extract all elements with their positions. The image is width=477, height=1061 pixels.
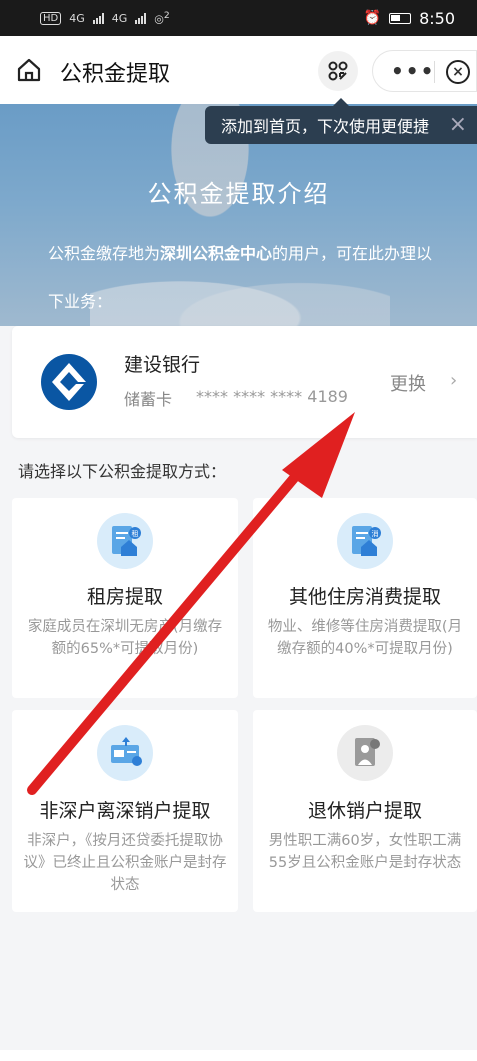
hero-desc-bold: 深圳公积金中心: [160, 244, 273, 263]
chevron-right-icon: ›: [450, 370, 458, 391]
alarm-icon: ⏰: [363, 10, 382, 26]
house-rent-icon: 租: [97, 513, 153, 569]
option-description: 男性职工满60岁，女性职工满55岁且公积金账户是封存状态: [268, 833, 462, 871]
add-to-home-tooltip[interactable]: 添加到首页，下次使用更便捷 ×: [205, 98, 477, 144]
option-description: 家庭成员在深圳无房产(月缴存额的65%*可提取月份): [27, 619, 223, 657]
option-title: 退休销户提取: [307, 800, 422, 822]
status-bar: HD 4G 4G ◎2 ⏰ 8:50: [0, 0, 477, 36]
option-title: 租房提取: [86, 586, 163, 608]
hero-title: 公积金提取介绍: [147, 180, 330, 208]
hero-description: 公积金缴存地为深圳公积金中心的用户，可在此办理以下业务：: [48, 230, 448, 326]
option-rent-withdrawal[interactable]: 租 租房提取 家庭成员在深圳无房产(月缴存额的65%*可提取月份): [12, 498, 238, 698]
bank-card[interactable]: 建设银行 储蓄卡 **** **** **** 4189 更换 ›: [12, 326, 477, 438]
option-retirement-withdrawal[interactable]: 退休销户提取 男性职工满60岁，女性职工满55岁且公积金账户是封存状态: [253, 710, 477, 912]
option-non-shenzhen-leave-withdrawal[interactable]: 非深户离深销户提取 非深户，《按月还贷委托提取协议》已终止且公积金账户是封存状态: [12, 710, 238, 912]
section-label: 请选择以下公积金提取方式：: [18, 462, 227, 481]
signal-icon-1: [92, 12, 104, 24]
option-description: 物业、维修等住房消费提取(月缴存额的40%*可提取月份): [267, 619, 463, 657]
tooltip-close-icon[interactable]: ×: [449, 112, 467, 137]
nav-bar: 公积金提取 ••• ×: [0, 36, 477, 104]
more-icon[interactable]: •••: [391, 59, 435, 83]
tooltip-text: 添加到首页，下次使用更便捷: [221, 117, 430, 136]
card-type: 储蓄卡: [124, 390, 173, 409]
card-transfer-icon: [97, 725, 153, 781]
svg-text:消: 消: [372, 529, 379, 538]
change-card-button[interactable]: 更换: [390, 370, 426, 396]
capsule-divider: [434, 61, 435, 83]
bottom-bar: [0, 1050, 477, 1061]
status-right: ⏰ 8:50: [364, 9, 455, 28]
network-label-1: 4G: [69, 11, 85, 25]
bank-name: 建设银行: [124, 354, 201, 376]
mini-program-capsule: ••• ×: [372, 50, 477, 92]
wifi-sup: 2: [163, 10, 170, 22]
signal-icon-2: [135, 12, 147, 24]
option-description: 非深户，《按月还贷委托提取协议》已终止且公积金账户是封存状态: [23, 833, 227, 893]
close-icon[interactable]: ×: [446, 60, 470, 84]
card-number: **** **** **** 4189: [196, 387, 348, 406]
status-left: HD 4G 4G ◎2: [40, 10, 170, 26]
house-consume-icon: 消: [337, 513, 393, 569]
scan-button[interactable]: [318, 51, 358, 91]
option-title: 其他住房消费提取: [288, 586, 441, 608]
retire-icon: [337, 725, 393, 781]
wifi-icon: ◎2: [154, 10, 170, 26]
hero-desc-prefix: 公积金缴存地为: [48, 244, 161, 263]
svg-text:租: 租: [132, 530, 139, 538]
network-label-2: 4G: [111, 11, 128, 25]
status-time: 8:50: [419, 8, 455, 28]
option-other-housing-withdrawal[interactable]: 消 其他住房消费提取 物业、维修等住房消费提取(月缴存额的40%*可提取月份): [253, 498, 477, 698]
ccb-logo-icon: [41, 354, 97, 410]
battery-icon: [389, 12, 412, 24]
home-icon[interactable]: [16, 58, 42, 82]
hd-badge: HD: [40, 11, 62, 25]
option-title: 非深户离深销户提取: [39, 800, 211, 822]
scan-icon: [328, 61, 348, 81]
page-title: 公积金提取: [60, 62, 171, 87]
